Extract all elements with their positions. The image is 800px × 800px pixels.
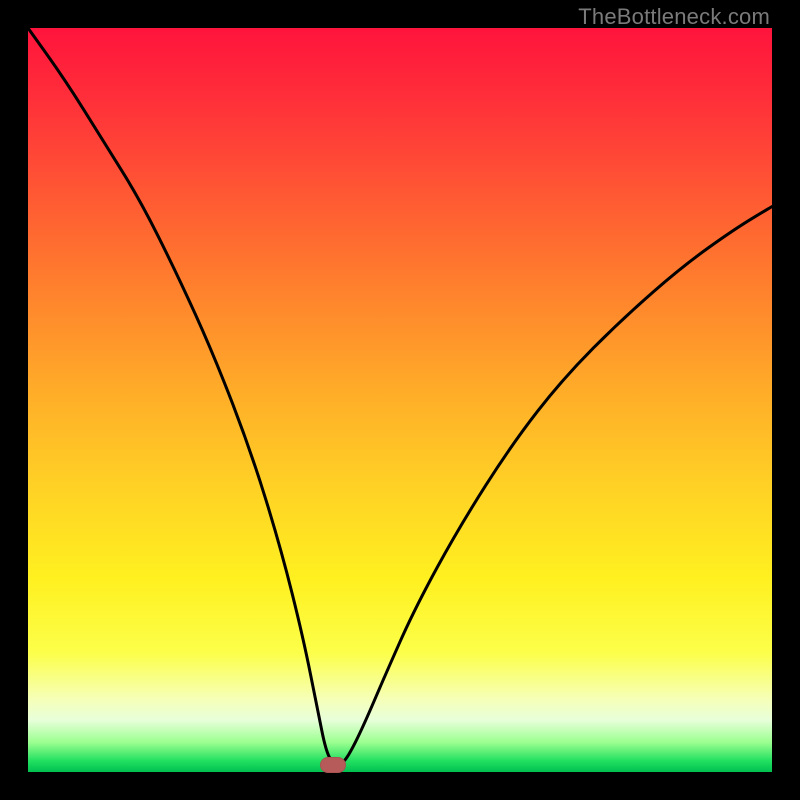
watermark-text: TheBottleneck.com — [578, 4, 770, 30]
curve-path — [28, 28, 772, 765]
optimal-marker — [320, 757, 346, 773]
plot-area — [28, 28, 772, 772]
bottleneck-curve — [28, 28, 772, 772]
chart-frame: TheBottleneck.com — [0, 0, 800, 800]
